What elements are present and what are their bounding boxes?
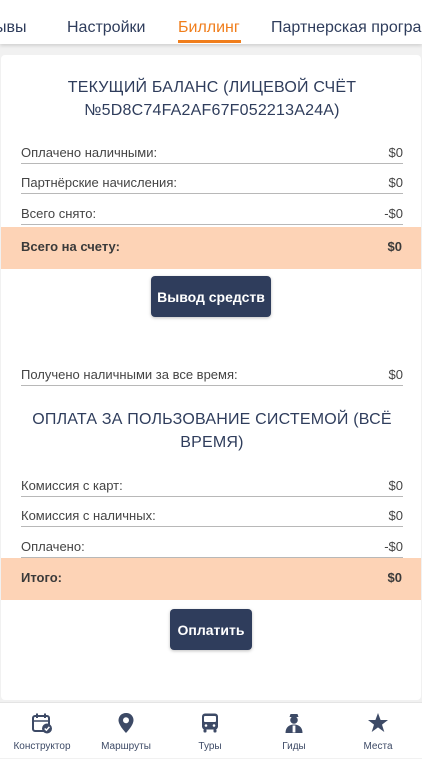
row-value: $0 — [388, 175, 403, 190]
bus-icon — [202, 713, 218, 733]
tab-settings[interactable]: Настройки — [67, 17, 145, 39]
row-label: Всего снято: — [21, 206, 97, 221]
nav-item-tours[interactable]: Туры — [168, 703, 252, 759]
billing-card: ТЕКУЩИЙ БАЛАНС (ЛИЦЕВОЙ СЧЁТ №5D8C74FA2A… — [1, 55, 421, 700]
nav-label: Конструктор — [13, 741, 71, 752]
star-icon — [368, 713, 388, 732]
balance-row-partner: Партнёрские начисления: $0 — [21, 172, 403, 194]
fee-row-paid: Оплачено: -$0 — [21, 536, 403, 558]
nav-item-constructor[interactable]: Конструктор — [0, 703, 84, 759]
total-value: $0 — [387, 239, 402, 254]
total-label: Итого: — [21, 570, 62, 585]
row-label: Комиссия с наличных: — [21, 508, 156, 523]
received-all-time-row: Получено наличными за все время: $0 — [21, 364, 403, 386]
nav-item-guides[interactable]: Гиды — [252, 703, 336, 759]
row-label: Оплачено наличными: — [21, 145, 158, 160]
nav-label: Гиды — [282, 741, 306, 752]
balance-row-cash: Оплачено наличными: $0 — [21, 142, 403, 164]
pay-button[interactable]: Оплатить — [170, 609, 252, 650]
system-fee-title: ОПЛАТА ЗА ПОЛЬЗОВАНИЕ СИСТЕМОЙ (ВСЁ ВРЕМ… — [32, 411, 392, 451]
balance-row-withdrawn: Всего снято: -$0 — [21, 203, 403, 225]
active-tab-indicator — [178, 40, 241, 43]
map-pin-icon — [118, 713, 134, 733]
bottom-nav: Конструктор Маршруты Туры Гиды Места — [0, 702, 422, 758]
tab-billing[interactable]: Биллинг — [178, 17, 240, 39]
row-value: $0 — [388, 367, 403, 382]
guide-person-icon — [285, 714, 303, 733]
row-label: Партнёрские начисления: — [21, 175, 177, 190]
row-label: Комиссия с карт: — [21, 478, 123, 493]
row-label: Оплачено: — [21, 539, 85, 554]
top-tabs: ывы Настройки Биллинг Партнерская програ — [0, 0, 422, 44]
total-label: Всего на счету: — [21, 239, 120, 254]
row-value: $0 — [388, 145, 403, 160]
withdraw-button[interactable]: Вывод средств — [151, 276, 271, 317]
tab-partner-program[interactable]: Партнерская програ — [271, 17, 421, 39]
total-value: $0 — [387, 570, 402, 585]
fee-row-cash: Комиссия с наличных: $0 — [21, 505, 403, 527]
nav-label: Места — [363, 741, 393, 752]
nav-label: Маршруты — [101, 741, 151, 752]
row-value: -$0 — [384, 206, 403, 221]
tab-reviews[interactable]: ывы — [0, 17, 27, 39]
fee-row-cards: Комиссия с карт: $0 — [21, 475, 403, 497]
nav-label: Туры — [198, 741, 222, 752]
row-value: -$0 — [384, 539, 403, 554]
balance-total-row: Всего на счету: $0 — [1, 227, 421, 269]
calendar-check-icon — [32, 713, 52, 734]
balance-title: ТЕКУЩИЙ БАЛАНС (ЛИЦЕВОЙ СЧЁТ №5D8C74FA2A… — [67, 79, 357, 119]
nav-item-routes[interactable]: Маршруты — [84, 703, 168, 759]
nav-item-places[interactable]: Места — [336, 703, 420, 759]
row-label: Получено наличными за все время: — [21, 367, 238, 382]
row-value: $0 — [388, 508, 403, 523]
row-value: $0 — [388, 478, 403, 493]
fee-total-row: Итого: $0 — [1, 558, 421, 600]
